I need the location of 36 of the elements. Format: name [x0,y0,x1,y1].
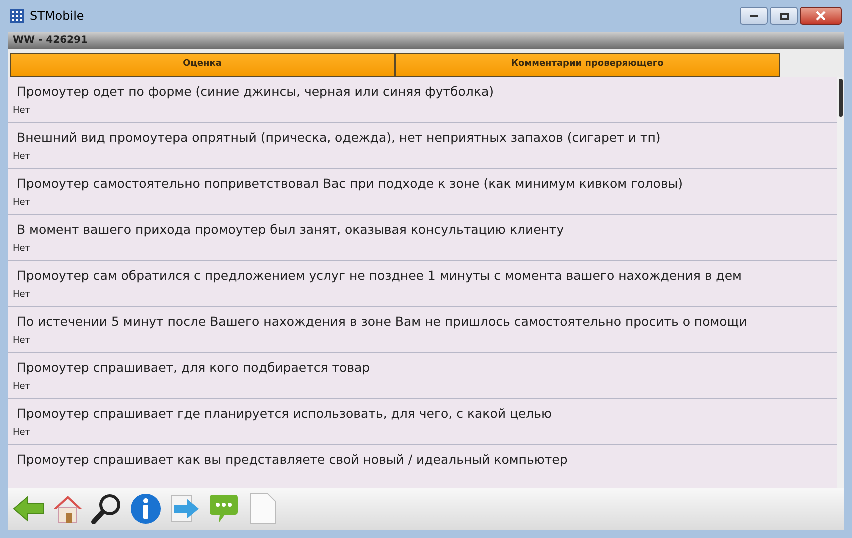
question-text: Промоутер спрашивает как вы представляете свой новый / идеальный компьютер [16,451,569,469]
question-row[interactable]: Промоутер одет по форме (синие джинсы, черная или синяя футболка) Нет [8,77,837,123]
close-button[interactable] [800,7,842,25]
answer-text: Нет [13,104,32,118]
close-icon [816,11,826,21]
answer-text: Нет [13,334,32,348]
info-icon[interactable] [129,492,163,526]
maximize-button[interactable] [770,7,798,25]
answer-text: Нет [13,426,32,440]
question-row[interactable]: Внешний вид промоутера опрятный (прическа, одежда), нет неприятных запахов (сигарет и тп) Нет [8,123,837,169]
question-row[interactable]: Промоутер сам обратился с предложением услуг не позднее 1 минуты с момента вашего нахождения в дем Нет [8,261,837,307]
window-title: STMobile [30,8,84,25]
answer-text: Нет [13,288,32,302]
question-row[interactable]: Промоутер спрашивает где планируется использовать, для чего, с какой целью Нет [8,399,837,445]
question-row[interactable]: В момент вашего прихода промоутер был занят, оказывая консультацию клиенту Нет [8,215,837,261]
question-text: По истечении 5 минут после Вашего нахождения в зоне Вам не пришлось самостоятельно просить о помощи [16,313,748,331]
question-text: Промоутер самостоятельно поприветствовал Вас при подходе к зоне (как минимум кивком головы) [16,175,684,193]
column-header: Оценка [10,53,395,77]
question-row[interactable]: Промоутер самостоятельно поприветствовал Вас при подходе к зоне (как минимум кивком головы) Нет [8,169,837,215]
question-text: Промоутер одет по форме (синие джинсы, черная или синяя футболка) [16,83,495,101]
question-text: Промоутер сам обратился с предложением услуг не позднее 1 минуты с момента вашего нахождения в дем [16,267,743,285]
app-icon [10,9,24,23]
answer-text: Нет [13,242,32,256]
scrollbar-thumb[interactable] [838,79,842,117]
question-text: Внешний вид промоутера опрятный (прическа, одежда), нет неприятных запахов (сигарет и тп) [16,129,662,147]
answer-text: Нет [13,380,32,394]
answer-text: Нет [13,150,32,164]
question-row[interactable]: Промоутер спрашивает, для кого подбирается товар Нет [8,353,837,399]
question-text: Промоутер спрашивает где планируется использовать, для чего, с какой целью [16,405,554,423]
question-row[interactable]: По истечении 5 минут после Вашего нахождения в зоне Вам не пришлось самостоятельно просить о помощи Нет [8,307,837,353]
minimize-button[interactable] [740,7,768,25]
question-text: Промоутер спрашивает, для кого подбирается товар [16,359,372,377]
question-text: В момент вашего прихода промоутер был занят, оказывая консультацию клиенту [16,221,566,239]
record-id: WW - 426291 [13,34,88,48]
column-header: Комментарии проверяющего [395,53,780,77]
answer-text: Нет [13,196,32,210]
